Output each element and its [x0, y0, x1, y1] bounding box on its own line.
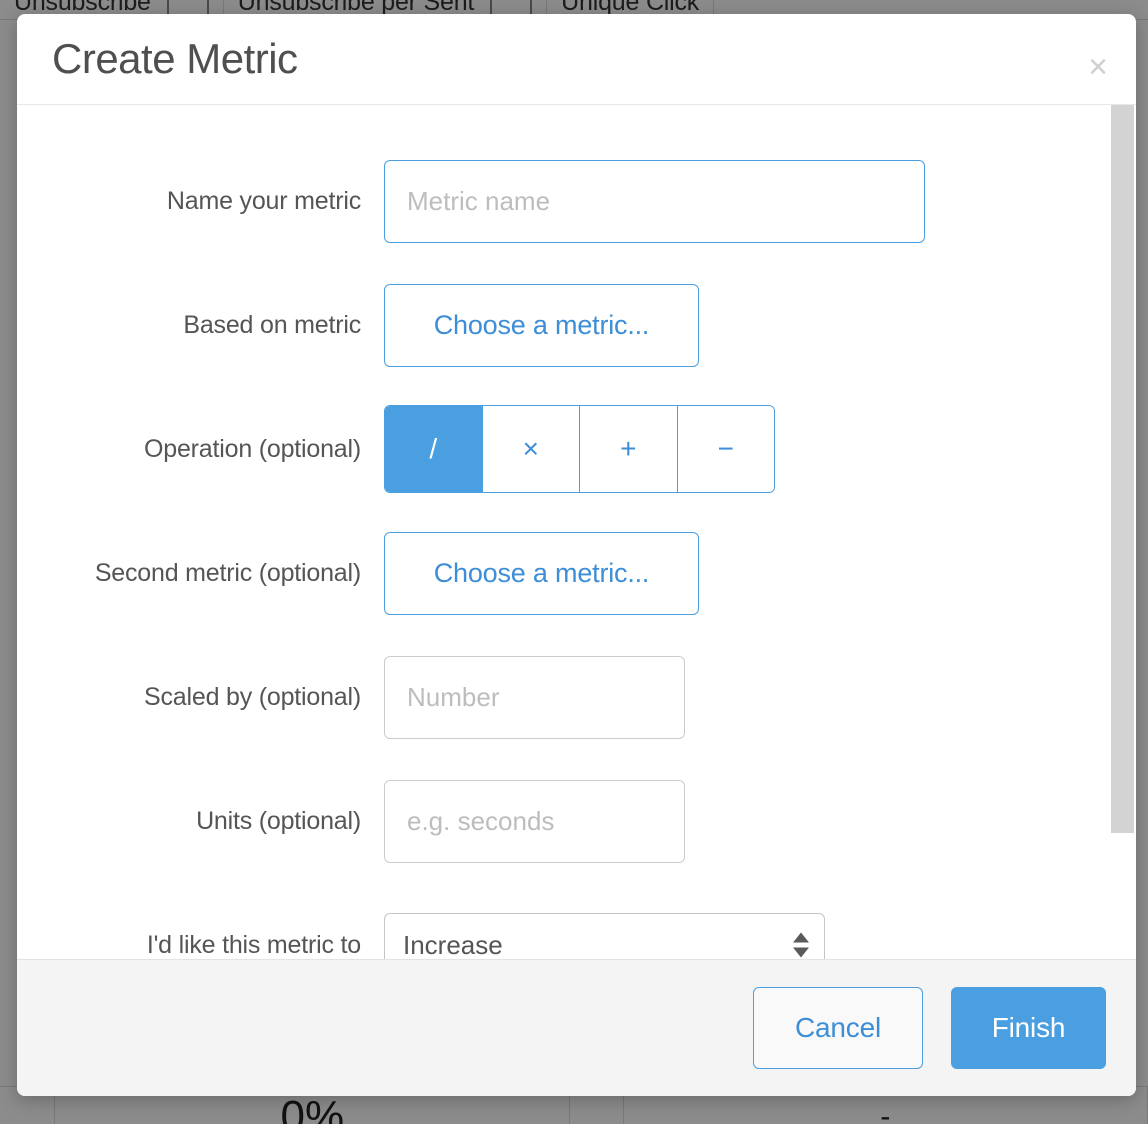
control-units: [384, 779, 1136, 863]
label-second-metric: Second metric (optional): [94, 558, 361, 587]
form-row-units: Units (optional): [17, 759, 1136, 883]
control-second-metric: Choose a metric...: [384, 531, 1136, 615]
operation-segmented-control: / × + −: [384, 405, 775, 493]
label-units: Units (optional): [196, 806, 361, 835]
label-name-your-metric: Name your metric: [166, 186, 361, 215]
form-row-scaled-by: Scaled by (optional): [17, 635, 1136, 759]
form-row-direction: I'd like this metric to Increase: [17, 883, 1136, 959]
control-scaled-by: [384, 655, 1136, 739]
modal-body: Name your metric Based on metric Choose …: [17, 105, 1136, 959]
modal-header: Create Metric ×: [17, 14, 1136, 105]
choose-base-metric-button[interactable]: Choose a metric...: [384, 283, 699, 367]
control-operation: / × + −: [384, 405, 1136, 493]
operation-subtract-button[interactable]: −: [676, 406, 774, 492]
direction-select[interactable]: Increase: [384, 913, 825, 959]
modal-footer: Cancel Finish: [17, 959, 1136, 1096]
choose-second-metric-button[interactable]: Choose a metric...: [384, 531, 699, 615]
cancel-button[interactable]: Cancel: [753, 987, 923, 1069]
form-row-second-metric: Second metric (optional) Choose a metric…: [17, 511, 1136, 635]
create-metric-modal: Create Metric × Name your metric Based o…: [17, 14, 1136, 1096]
form-row-name: Name your metric: [17, 139, 1136, 263]
operation-multiply-button[interactable]: ×: [481, 406, 579, 492]
label-operation: Operation (optional): [144, 434, 361, 463]
control-direction: Increase: [384, 913, 1136, 959]
units-input[interactable]: [384, 779, 685, 863]
operation-divide-button[interactable]: /: [385, 406, 482, 492]
scaled-by-input[interactable]: [384, 655, 685, 739]
modal-scrollbar-thumb[interactable]: [1111, 105, 1134, 833]
page-title: Create Metric: [52, 35, 298, 82]
metric-name-input[interactable]: [384, 159, 925, 243]
finish-button[interactable]: Finish: [951, 987, 1106, 1069]
direction-select-value[interactable]: Increase: [384, 913, 825, 959]
control-based-on: Choose a metric...: [384, 283, 1136, 367]
form-row-based-on-metric: Based on metric Choose a metric...: [17, 263, 1136, 387]
modal-scrollbar-track[interactable]: [1111, 105, 1135, 959]
close-icon[interactable]: ×: [1088, 50, 1108, 84]
operation-add-button[interactable]: +: [579, 406, 677, 492]
label-based-on-metric: Based on metric: [183, 310, 361, 339]
label-scaled-by: Scaled by (optional): [144, 682, 361, 711]
control-name: [384, 159, 1136, 243]
form-row-operation: Operation (optional) / × + −: [17, 387, 1136, 511]
label-direction: I'd like this metric to: [146, 930, 361, 959]
